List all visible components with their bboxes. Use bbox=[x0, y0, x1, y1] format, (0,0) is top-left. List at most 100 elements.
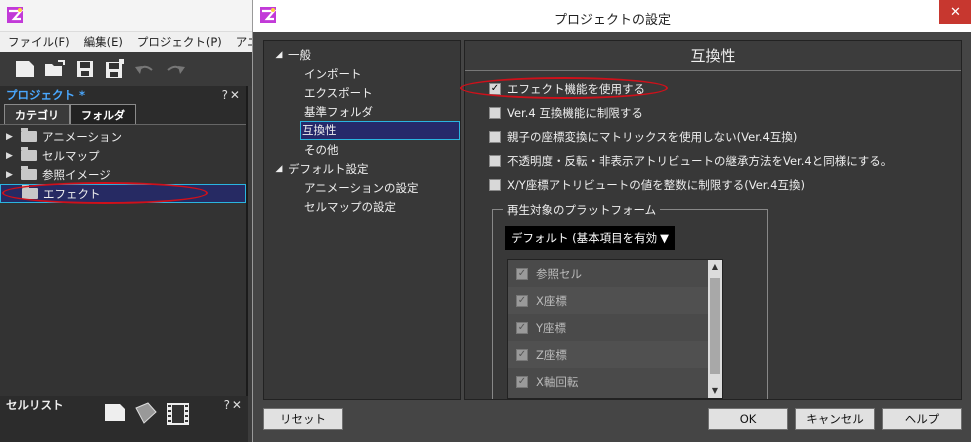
menu-project[interactable]: プロジェクト(P) bbox=[129, 34, 228, 50]
project-panel-title: プロジェクト * bbox=[6, 88, 86, 102]
undo-icon[interactable] bbox=[134, 58, 156, 80]
checkbox[interactable] bbox=[489, 179, 501, 191]
save-icon[interactable] bbox=[74, 58, 96, 80]
tree-item-label: 参照イメージ bbox=[42, 167, 111, 182]
checkbox[interactable]: ✓ bbox=[516, 348, 528, 361]
nav-item-animation-settings[interactable]: アニメーションの設定 bbox=[264, 178, 460, 197]
scroll-up-icon[interactable]: ▲ bbox=[708, 260, 722, 274]
app-logo-icon bbox=[6, 6, 24, 27]
nav-item-compatibility[interactable]: 互換性 bbox=[264, 121, 460, 140]
collapse-arrow-icon[interactable]: ◢ bbox=[270, 164, 288, 174]
folder-icon bbox=[21, 147, 37, 161]
nav-item-base-folder[interactable]: 基準フォルダ bbox=[264, 102, 460, 121]
expand-arrow-icon[interactable]: ▶ bbox=[6, 170, 16, 180]
cell-toolbar bbox=[104, 402, 190, 429]
checkbox[interactable] bbox=[489, 155, 501, 167]
option-label: 不透明度・反転・非表示アトリビュートの継承方法をVer.4と同様にする。 bbox=[507, 154, 893, 168]
open-folder-icon[interactable] bbox=[44, 58, 66, 80]
new-file-icon[interactable] bbox=[14, 58, 36, 80]
folder-icon bbox=[21, 166, 37, 180]
platform-group-legend: 再生対象のプラットフォーム bbox=[503, 202, 661, 218]
platform-select[interactable]: デフォルト (基本項目を有効 ▼ bbox=[505, 226, 675, 250]
checkbox[interactable]: ✓ bbox=[489, 83, 501, 95]
list-item[interactable]: ✓ Y座標 bbox=[508, 314, 722, 341]
redo-icon[interactable] bbox=[164, 58, 186, 80]
chevron-down-icon: ▼ bbox=[660, 231, 669, 245]
menu-file[interactable]: ファイル(F) bbox=[0, 34, 76, 50]
ok-button[interactable]: OK bbox=[708, 408, 788, 430]
menu-animation[interactable]: アニメー bbox=[228, 34, 252, 50]
nav-item-cellmap-settings[interactable]: セルマップの設定 bbox=[264, 197, 460, 216]
tree-item-effect[interactable]: エフェクト bbox=[0, 184, 246, 203]
cell-list-panel: セルリスト ?✕ bbox=[0, 396, 248, 442]
folder-icon bbox=[21, 128, 37, 142]
cancel-button[interactable]: キャンセル bbox=[795, 408, 875, 430]
platform-attribute-list: ✓ 参照セル ✓ X座標 ✓ Y座標 ✓ Z座標 ✓ X軸回転 ▲ ▼ bbox=[507, 259, 723, 399]
project-panel: プロジェクト * ?✕ カテゴリ フォルダ ▶ アニメーション ▶ セルマップ … bbox=[0, 86, 248, 396]
scroll-down-icon[interactable]: ▼ bbox=[708, 384, 722, 398]
main-menubar: ファイル(F) 編集(E) プロジェクト(P) アニメー bbox=[0, 32, 252, 52]
tab-folder[interactable]: フォルダ bbox=[70, 104, 136, 124]
project-panel-header: プロジェクト * ?✕ bbox=[0, 86, 246, 104]
list-item[interactable]: ✓ X座標 bbox=[508, 287, 722, 314]
scroll-thumb[interactable] bbox=[710, 278, 720, 374]
save-all-icon[interactable] bbox=[104, 58, 126, 80]
checkbox[interactable]: ✓ bbox=[516, 321, 528, 334]
project-tree: ▶ アニメーション ▶ セルマップ ▶ 参照イメージ エフェクト bbox=[0, 124, 246, 396]
settings-content-pane: 互換性 ✓ エフェクト機能を使用する Ver.4 互換機能に制限する 親子の座標… bbox=[464, 40, 962, 400]
expand-arrow-icon[interactable]: ▶ bbox=[6, 132, 16, 142]
tree-item-cellmap[interactable]: ▶ セルマップ bbox=[0, 146, 246, 165]
import-cell-icon[interactable] bbox=[134, 402, 158, 429]
option-inherit-ver4[interactable]: 不透明度・反転・非表示アトリビュートの継承方法をVer.4と同様にする。 bbox=[489, 153, 892, 169]
tree-item-label: アニメーション bbox=[42, 129, 123, 144]
list-item[interactable]: ✓ 参照セル bbox=[508, 260, 722, 287]
tab-category[interactable]: カテゴリ bbox=[4, 104, 70, 124]
new-cell-icon[interactable] bbox=[104, 402, 126, 429]
project-tabs: カテゴリ フォルダ bbox=[0, 104, 246, 124]
tree-item-label: エフェクト bbox=[43, 186, 101, 201]
dialog-titlebar: プロジェクトの設定 ✕ bbox=[253, 0, 971, 32]
nav-item-other[interactable]: その他 bbox=[264, 140, 460, 159]
menu-edit[interactable]: 編集(E) bbox=[76, 34, 129, 50]
checkbox[interactable] bbox=[489, 107, 501, 119]
list-scrollbar[interactable]: ▲ ▼ bbox=[708, 260, 722, 398]
option-use-effects[interactable]: ✓ エフェクト機能を使用する bbox=[489, 81, 645, 97]
option-label: Ver.4 互換機能に制限する bbox=[507, 106, 643, 120]
checkbox[interactable]: ✓ bbox=[516, 294, 528, 307]
nav-item-general[interactable]: ◢ 一般 bbox=[264, 45, 460, 64]
list-item[interactable]: ✓ X軸回転 bbox=[508, 368, 722, 395]
settings-nav-tree: ◢ 一般 インポート エクスポート 基準フォルダ 互換性 その他 ◢ デフォルト… bbox=[263, 40, 461, 400]
checkbox[interactable]: ✓ bbox=[516, 375, 528, 388]
help-button[interactable]: ヘルプ bbox=[882, 408, 962, 430]
platform-group: 再生対象のプラットフォーム デフォルト (基本項目を有効 ▼ ✓ 参照セル ✓ … bbox=[492, 202, 768, 399]
list-item[interactable]: ✓ Z座標 bbox=[508, 341, 722, 368]
panel-help-close-icon[interactable]: ?✕ bbox=[222, 88, 242, 102]
option-integer-xy[interactable]: X/Y座標アトリビュートの値を整数に制限する(Ver.4互換) bbox=[489, 177, 805, 193]
main-app-window: ファイル(F) 編集(E) プロジェクト(P) アニメー プロジェクト * ?✕ bbox=[0, 0, 252, 442]
main-toolbar bbox=[0, 52, 252, 86]
cell-panel-title: セルリスト bbox=[6, 398, 64, 412]
content-header: 互換性 bbox=[465, 41, 961, 71]
panel-help-close-icon[interactable]: ?✕ bbox=[224, 398, 244, 412]
tree-item-reference-image[interactable]: ▶ 参照イメージ bbox=[0, 165, 246, 184]
checkbox[interactable]: ✓ bbox=[516, 267, 528, 280]
checkbox[interactable] bbox=[489, 131, 501, 143]
dialog-title: プロジェクトの設定 bbox=[553, 13, 671, 28]
reset-button[interactable]: リセット bbox=[263, 408, 343, 430]
film-strip-icon[interactable] bbox=[166, 402, 190, 429]
nav-item-default-settings[interactable]: ◢ デフォルト設定 bbox=[264, 159, 460, 178]
expand-arrow-icon[interactable]: ▶ bbox=[6, 151, 16, 161]
nav-item-import[interactable]: インポート bbox=[264, 64, 460, 83]
tree-item-animation[interactable]: ▶ アニメーション bbox=[0, 127, 246, 146]
option-ver4-compat[interactable]: Ver.4 互換機能に制限する bbox=[489, 105, 643, 121]
platform-select-value: デフォルト (基本項目を有効 bbox=[511, 231, 658, 245]
close-icon[interactable]: ✕ bbox=[939, 0, 971, 24]
option-no-matrix[interactable]: 親子の座標変換にマトリックスを使用しない(Ver.4互換) bbox=[489, 129, 797, 145]
tree-item-label: セルマップ bbox=[42, 148, 100, 163]
nav-item-export[interactable]: エクスポート bbox=[264, 83, 460, 102]
collapse-arrow-icon[interactable]: ◢ bbox=[270, 50, 288, 60]
main-titlebar bbox=[0, 0, 252, 32]
option-label: 親子の座標変換にマトリックスを使用しない(Ver.4互換) bbox=[507, 130, 798, 144]
project-settings-dialog: プロジェクトの設定 ✕ ◢ 一般 インポート エクスポート 基準フォルダ 互換性… bbox=[252, 0, 971, 442]
option-label: X/Y座標アトリビュートの値を整数に制限する(Ver.4互換) bbox=[507, 178, 805, 192]
